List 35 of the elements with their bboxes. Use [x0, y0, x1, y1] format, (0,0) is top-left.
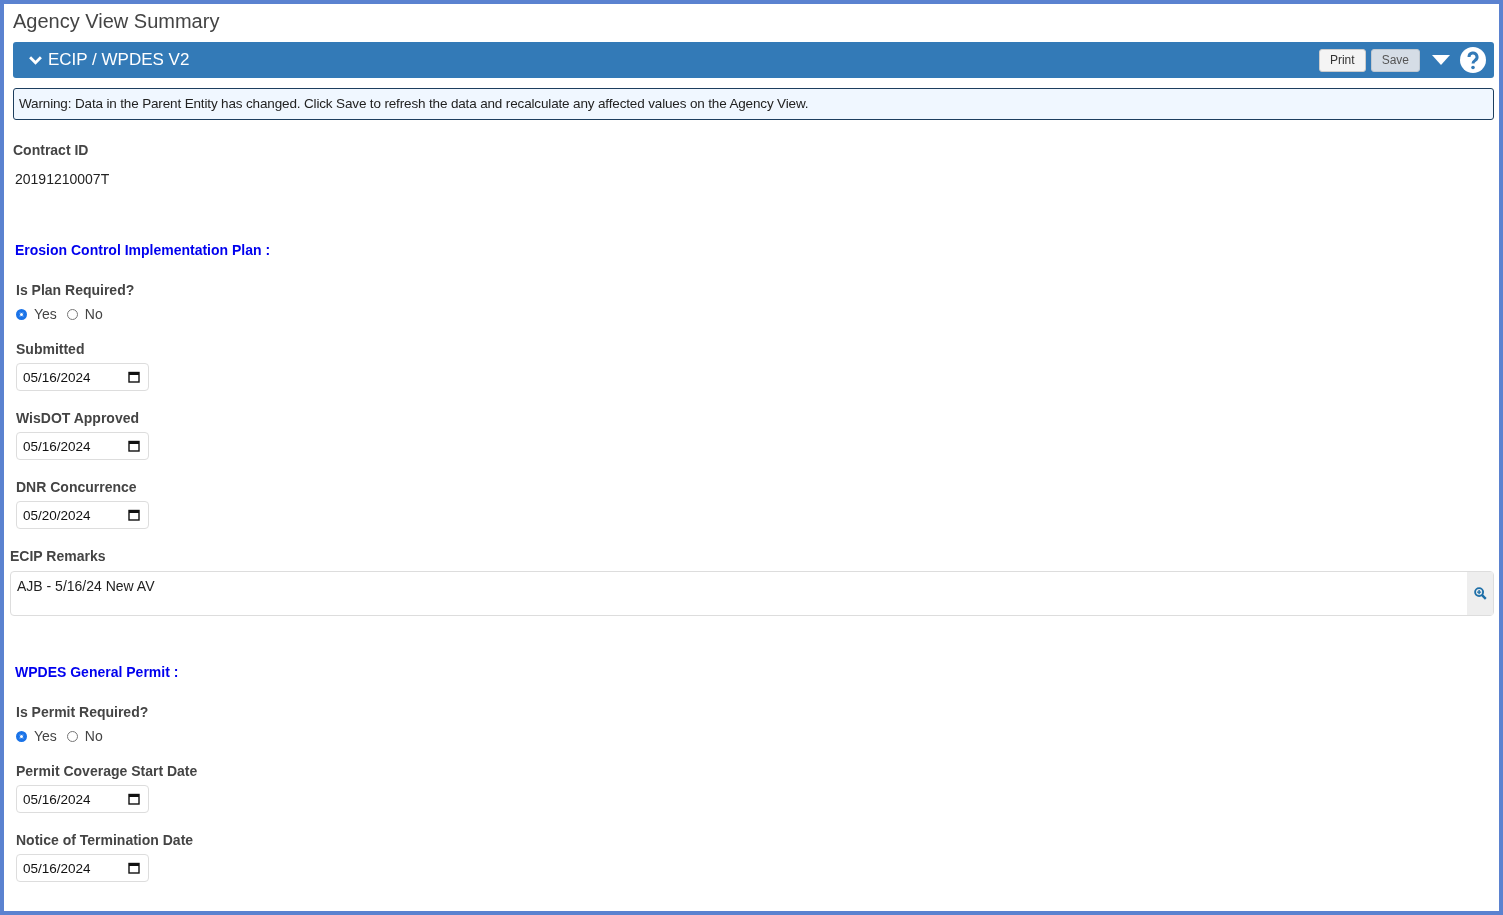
section-heading: Erosion Control Implementation Plan : — [15, 242, 272, 258]
help-icon[interactable] — [1460, 47, 1486, 73]
calendar-icon[interactable] — [128, 440, 140, 452]
field-label: Submitted — [16, 341, 86, 357]
panel-title: ECIP / WPDES V2 — [48, 50, 190, 70]
date-field[interactable]: 05/16/2024 — [16, 785, 149, 813]
field-label: WisDOT Approved — [16, 410, 141, 426]
radio-label[interactable]: Yes — [34, 728, 57, 744]
calendar-icon[interactable] — [128, 371, 140, 383]
field-label: ECIP Remarks — [10, 548, 107, 564]
field-label: Notice of Termination Date — [16, 832, 195, 848]
field-label: Contract ID — [13, 142, 90, 158]
radio-button[interactable] — [16, 730, 27, 742]
field-label: Is Plan Required? — [16, 282, 136, 298]
toolbar-button[interactable]: Print — [1318, 48, 1366, 72]
field-label: Is Permit Required? — [16, 704, 150, 720]
radio-label[interactable]: Yes — [34, 306, 57, 322]
date-field[interactable]: 05/16/2024 — [16, 363, 149, 391]
date-field[interactable]: 05/20/2024 — [16, 501, 149, 529]
calendar-icon[interactable] — [128, 509, 140, 521]
calendar-icon[interactable] — [128, 793, 140, 805]
radio-button[interactable] — [16, 308, 27, 320]
field-label: DNR Concurrence — [16, 479, 138, 495]
radio-label[interactable]: No — [84, 728, 103, 744]
date-field[interactable]: 05/16/2024 — [16, 854, 149, 882]
contract-id-value: 20191210007T — [15, 171, 111, 187]
field-label: Permit Coverage Start Date — [16, 763, 199, 779]
chevron-down-icon[interactable] — [29, 55, 42, 65]
section-heading: WPDES General Permit : — [15, 664, 180, 680]
warning-message: Warning: Data in the Parent Entity has changed. Click Save to refresh the data and recalculate any affected values on the Agency View. — [13, 88, 1494, 120]
page-title: Agency View Summary — [13, 9, 221, 34]
dropdown-caret-icon[interactable] — [1432, 55, 1450, 65]
date-field[interactable]: 05/16/2024 — [16, 432, 149, 460]
calendar-icon[interactable] — [128, 862, 140, 874]
radio-label[interactable]: No — [84, 306, 103, 322]
